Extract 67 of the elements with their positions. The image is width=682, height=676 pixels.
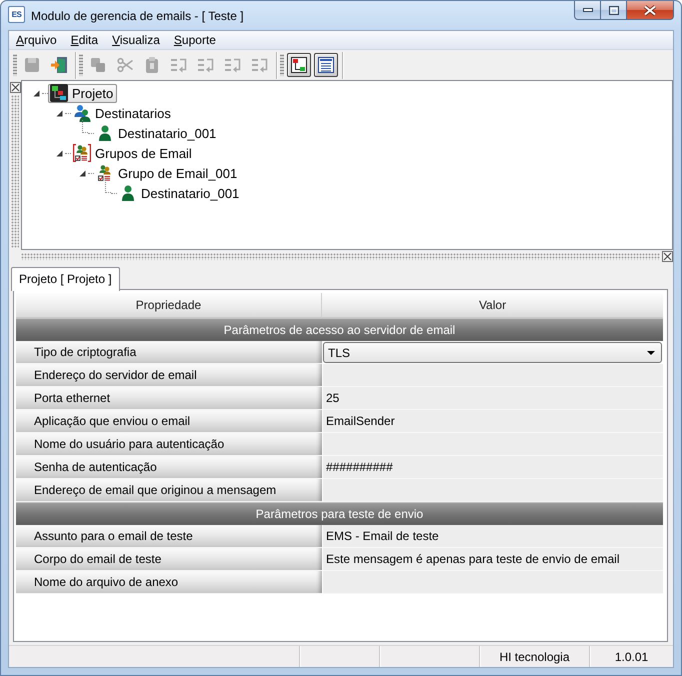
expander-icon[interactable] xyxy=(78,170,86,176)
expander-icon[interactable] xyxy=(56,110,62,116)
tree-diagram-icon xyxy=(50,84,68,102)
window-title: Modulo de gerencia de emails - [ Teste ] xyxy=(31,9,245,24)
value-field[interactable] xyxy=(323,479,663,502)
section-header: Parâmetros para teste de envio xyxy=(16,502,663,525)
toolbar-gripper[interactable] xyxy=(280,54,284,76)
property-cell: Corpo do email de teste xyxy=(16,548,322,571)
menu-item[interactable]: Visualiza xyxy=(105,31,167,49)
menu-item[interactable]: Edita xyxy=(64,31,106,49)
close-icon[interactable] xyxy=(10,82,20,93)
menu-item[interactable]: Arquivo xyxy=(9,31,64,49)
property-cell: Senha de autenticação xyxy=(16,456,322,479)
value-field[interactable] xyxy=(323,433,663,456)
dropdown[interactable]: TLS xyxy=(323,342,662,363)
menu-item[interactable]: Suporte xyxy=(166,31,223,49)
column-header: Propriedade xyxy=(16,293,322,318)
value-field[interactable]: EmailSender xyxy=(323,410,663,433)
tree-item[interactable]: Destinatario_001 xyxy=(94,124,220,142)
toolbar-button[interactable] xyxy=(314,53,338,77)
list-view-icon[interactable] xyxy=(318,57,334,73)
close-icon[interactable] xyxy=(662,250,673,262)
property-cell: Endereço do servidor de email xyxy=(16,364,322,387)
panel-gripper[interactable] xyxy=(11,95,19,248)
caret-icon xyxy=(647,350,655,354)
value-field[interactable]: Este mensagem é apenas para teste de envio de email xyxy=(323,548,663,571)
close-button[interactable] xyxy=(627,1,674,20)
toolbar-gripper[interactable] xyxy=(13,54,17,76)
close-icon xyxy=(643,4,657,16)
tab[interactable]: Projeto [ Projeto ] xyxy=(11,267,120,291)
maximize-icon xyxy=(608,6,618,14)
value-field[interactable]: ########## xyxy=(323,456,663,479)
group-list-icon xyxy=(73,144,91,162)
property-cell: Nome do usuário para autenticação xyxy=(16,433,322,456)
minimize-button[interactable] xyxy=(574,1,601,20)
maximize-button[interactable] xyxy=(601,1,627,20)
tree-item[interactable]: Destinatario_001 xyxy=(117,184,244,202)
property-cell: Nome do arquivo de anexo xyxy=(16,571,322,594)
property-cell: Assunto para o email de teste xyxy=(16,525,322,548)
expander-icon[interactable] xyxy=(32,90,40,96)
section-header: Parâmetros de acesso ao servidor de email xyxy=(16,318,663,341)
toolbar-button[interactable] xyxy=(287,53,311,77)
property-cell: Porta ethernet xyxy=(16,387,322,410)
people-icon xyxy=(73,104,91,122)
splitter-handle[interactable] xyxy=(21,252,660,260)
value-field[interactable] xyxy=(323,364,663,387)
minimize-icon xyxy=(582,8,592,12)
property-cell: Endereço de email que originou a mensagem xyxy=(16,479,322,502)
status-text: 1.0.01 xyxy=(614,650,648,664)
toolbar-gripper[interactable] xyxy=(79,54,83,76)
status-text: HI tecnologia xyxy=(499,650,570,664)
expander-icon[interactable] xyxy=(56,150,62,156)
person-icon xyxy=(96,124,114,142)
tree-item[interactable]: Projeto xyxy=(48,84,118,102)
tree-item[interactable]: Grupos de Email xyxy=(71,144,196,162)
tree-view-icon[interactable] xyxy=(291,57,307,73)
value-field[interactable] xyxy=(323,571,663,594)
value-field[interactable]: EMS - Email de teste xyxy=(323,525,663,548)
tree-item[interactable]: Grupo de Email_001 xyxy=(94,164,242,182)
column-header: Valor xyxy=(322,293,663,318)
app-logo: ES xyxy=(8,6,25,23)
value-field[interactable]: 25 xyxy=(323,387,663,410)
door-arrow-icon[interactable] xyxy=(51,57,67,73)
person-icon xyxy=(119,184,137,202)
property-cell: Tipo de criptografia xyxy=(16,341,322,364)
tree-item[interactable]: Destinatarios xyxy=(71,104,175,122)
property-cell: Aplicação que enviou o email xyxy=(16,410,322,433)
